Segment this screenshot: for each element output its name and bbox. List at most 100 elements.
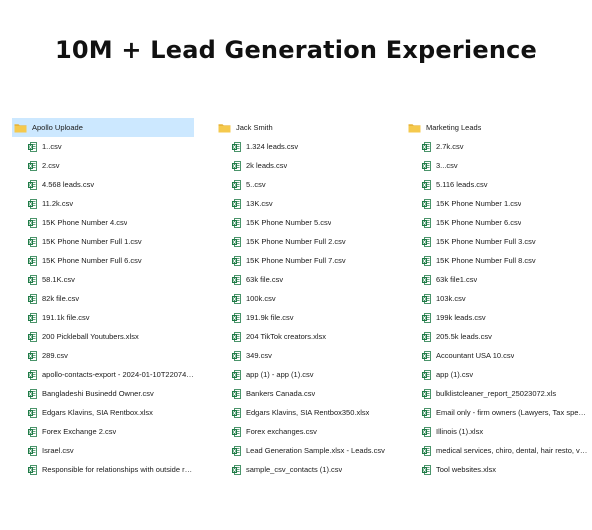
file-name: Forex Exchange 2.csv xyxy=(42,427,117,436)
file-item[interactable]: 15K Phone Number 6.csv xyxy=(406,213,588,232)
file-item[interactable]: Lead Generation Sample.xlsx - Leads.csv xyxy=(216,441,398,460)
excel-file-icon xyxy=(28,236,37,247)
file-item[interactable]: 191.9k file.csv xyxy=(216,308,398,327)
file-name: Forex exchanges.csv xyxy=(246,427,317,436)
file-item[interactable]: 13K.csv xyxy=(216,194,398,213)
excel-file-icon xyxy=(232,407,241,418)
file-name: Bangladeshi Businedd Owner.csv xyxy=(42,389,154,398)
file-name: Bankers Canada.csv xyxy=(246,389,316,398)
file-name: Illinois (1).xlsx xyxy=(436,427,484,436)
file-item[interactable]: 5..csv xyxy=(216,175,398,194)
file-item[interactable]: 15K Phone Number Full 6.csv xyxy=(12,251,194,270)
folder-item[interactable]: Marketing Leads xyxy=(406,118,588,137)
file-name: 15K Phone Number 5.csv xyxy=(246,218,332,227)
file-item[interactable]: 15K Phone Number Full 7.csv xyxy=(216,251,398,270)
file-item[interactable]: 15K Phone Number Full 8.csv xyxy=(406,251,588,270)
excel-file-icon xyxy=(28,350,37,361)
file-item[interactable]: Israel.csv xyxy=(12,441,194,460)
file-item[interactable]: 205.5k leads.csv xyxy=(406,327,588,346)
excel-file-icon xyxy=(28,369,37,380)
file-item[interactable]: apollo-contacts-export - 2024-01-10T2207… xyxy=(12,365,194,384)
file-item[interactable]: 15K Phone Number 4.csv xyxy=(12,213,194,232)
file-item[interactable]: Forex exchanges.csv xyxy=(216,422,398,441)
file-item[interactable]: Illinois (1).xlsx xyxy=(406,422,588,441)
file-item[interactable]: 15K Phone Number 1.csv xyxy=(406,194,588,213)
file-item[interactable]: Forex Exchange 2.csv xyxy=(12,422,194,441)
excel-file-icon xyxy=(232,388,241,399)
excel-file-icon xyxy=(28,426,37,437)
file-name: 15K Phone Number Full 1.csv xyxy=(42,237,142,246)
file-name: 100k.csv xyxy=(246,294,276,303)
file-item[interactable]: app (1) - app (1).csv xyxy=(216,365,398,384)
file-item[interactable]: 63k file.csv xyxy=(216,270,398,289)
file-item[interactable]: Edgars Klavins, SIA Rentbox350.xlsx xyxy=(216,403,398,422)
file-item[interactable]: 3...csv xyxy=(406,156,588,175)
excel-file-icon xyxy=(28,293,37,304)
excel-file-icon xyxy=(422,255,431,266)
file-item[interactable]: Accountant USA 10.csv xyxy=(406,346,588,365)
excel-file-icon xyxy=(28,160,37,171)
file-name: 15K Phone Number Full 2.csv xyxy=(246,237,346,246)
file-item[interactable]: 82k file.csv xyxy=(12,289,194,308)
folder-item[interactable]: Apollo Uploade xyxy=(12,118,194,137)
excel-file-icon xyxy=(422,141,431,152)
file-item[interactable]: 103k.csv xyxy=(406,289,588,308)
excel-file-icon xyxy=(28,255,37,266)
file-item[interactable]: app (1).csv xyxy=(406,365,588,384)
file-name: Responsible for relationships with outsi… xyxy=(42,465,194,474)
excel-file-icon xyxy=(232,179,241,190)
excel-file-icon xyxy=(232,255,241,266)
folder-item[interactable]: Jack Smith xyxy=(216,118,398,137)
excel-file-icon xyxy=(28,141,37,152)
file-item[interactable]: Edgars Klavins, SIA Rentbox.xlsx xyxy=(12,403,194,422)
file-item[interactable]: 1..csv xyxy=(12,137,194,156)
file-item[interactable]: 2.7k.csv xyxy=(406,137,588,156)
file-name: apollo-contacts-export - 2024-01-10T2207… xyxy=(42,370,194,379)
excel-file-icon xyxy=(28,217,37,228)
file-item[interactable]: 1.324 leads.csv xyxy=(216,137,398,156)
excel-file-icon xyxy=(422,426,431,437)
file-item[interactable]: 15K Phone Number 5.csv xyxy=(216,213,398,232)
excel-file-icon xyxy=(422,388,431,399)
file-item[interactable]: sample_csv_contacts (1).csv xyxy=(216,460,398,479)
file-item[interactable]: Email only - firm owners (Lawyers, Tax s… xyxy=(406,403,588,422)
file-item[interactable]: 5.116 leads.csv xyxy=(406,175,588,194)
excel-file-icon xyxy=(422,312,431,323)
file-name: 289.csv xyxy=(42,351,68,360)
excel-file-icon xyxy=(232,293,241,304)
file-item[interactable]: 58.1K.csv xyxy=(12,270,194,289)
file-item[interactable]: 349.csv xyxy=(216,346,398,365)
file-name: Accountant USA 10.csv xyxy=(436,351,515,360)
file-name: 5..csv xyxy=(246,180,266,189)
file-name: Edgars Klavins, SIA Rentbox.xlsx xyxy=(42,408,153,417)
file-item[interactable]: 191.1k file.csv xyxy=(12,308,194,327)
file-item[interactable]: medical services, chiro, dental, hair re… xyxy=(406,441,588,460)
excel-file-icon xyxy=(232,198,241,209)
file-item[interactable]: 15K Phone Number Full 1.csv xyxy=(12,232,194,251)
file-item[interactable]: 2.csv xyxy=(12,156,194,175)
excel-file-icon xyxy=(28,464,37,475)
file-item[interactable]: 100k.csv xyxy=(216,289,398,308)
file-item[interactable]: 200 Pickleball Youtubers.xlsx xyxy=(12,327,194,346)
file-item[interactable]: Responsible for relationships with outsi… xyxy=(12,460,194,479)
file-item[interactable]: 15K Phone Number Full 3.csv xyxy=(406,232,588,251)
file-name: app (1).csv xyxy=(436,370,474,379)
file-item[interactable]: 4.568 leads.csv xyxy=(12,175,194,194)
excel-file-icon xyxy=(422,407,431,418)
excel-file-icon xyxy=(28,179,37,190)
file-item[interactable]: 63k file1.csv xyxy=(406,270,588,289)
file-item[interactable]: bulklistcleaner_report_25023072.xls xyxy=(406,384,588,403)
file-item[interactable]: Bangladeshi Businedd Owner.csv xyxy=(12,384,194,403)
file-item[interactable]: Bankers Canada.csv xyxy=(216,384,398,403)
file-item[interactable]: 11.2k.csv xyxy=(12,194,194,213)
excel-file-icon xyxy=(422,464,431,475)
file-item[interactable]: 204 TikTok creators.xlsx xyxy=(216,327,398,346)
file-name: Lead Generation Sample.xlsx - Leads.csv xyxy=(246,446,385,455)
excel-file-icon xyxy=(422,331,431,342)
file-item[interactable]: 199k leads.csv xyxy=(406,308,588,327)
file-item[interactable]: 2k leads.csv xyxy=(216,156,398,175)
file-item[interactable]: 15K Phone Number Full 2.csv xyxy=(216,232,398,251)
file-item[interactable]: 289.csv xyxy=(12,346,194,365)
file-item[interactable]: Tool websites.xlsx xyxy=(406,460,588,479)
excel-file-icon xyxy=(28,388,37,399)
